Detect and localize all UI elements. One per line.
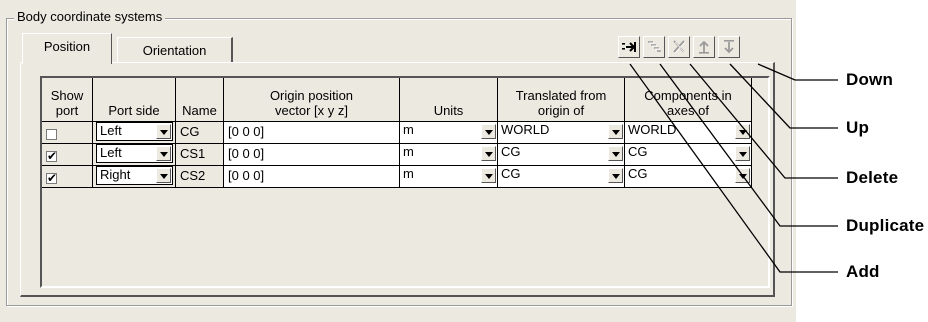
table-row-cell-side: Left [93, 122, 176, 144]
translated-from-value: CG [501, 166, 521, 181]
checkmark-icon: ✔ [47, 171, 58, 185]
table-row-cell-side: Left [93, 144, 176, 166]
table-row-cell-components: WORLD [625, 122, 752, 144]
table-row-cell-side: Right [93, 166, 176, 188]
chevron-down-icon[interactable] [156, 168, 171, 183]
table-row-cell-units: m [400, 166, 498, 188]
components-in-select[interactable]: WORLD [625, 122, 751, 143]
coordinate-systems-table: Show port Port side Name Origin position… [40, 76, 770, 288]
tab-orientation-label: Orientation [142, 43, 207, 58]
show-port-checkbox[interactable]: ✔ [46, 171, 58, 185]
show-port-checkbox[interactable]: ✔ [46, 149, 58, 163]
group-label: Body coordinate systems [14, 9, 166, 25]
translated-from-select[interactable]: WORLD [498, 122, 624, 143]
tab-position[interactable]: Position [22, 33, 112, 64]
table-row-cell-units: m [400, 144, 498, 166]
units-select[interactable]: m [400, 166, 497, 187]
tab-position-label: Position [43, 39, 91, 54]
translated-from-value: WORLD [501, 122, 550, 137]
units-select[interactable]: m [400, 122, 497, 143]
table-row-cell-translated: CG [498, 144, 625, 166]
table-row-cell-vector[interactable]: [0 0 0] [224, 122, 400, 144]
add-button[interactable] [618, 36, 640, 58]
chevron-down-icon[interactable] [735, 124, 750, 139]
checkmark-icon: ✔ [47, 149, 58, 163]
chevron-down-icon[interactable] [608, 168, 623, 183]
move-up-icon [699, 40, 709, 54]
header-origin-vector: Origin position vector [x y z] [224, 78, 400, 122]
table-row-cell-translated: CG [498, 166, 625, 188]
duplicate-row-icon [648, 41, 661, 52]
table-row-cell-show: ✔ [42, 166, 93, 188]
table-row-cell-translated: WORLD [498, 122, 625, 144]
delete-button[interactable] [668, 36, 690, 58]
table-row-cell-units: m [400, 122, 498, 144]
show-port-checkbox[interactable] [46, 129, 57, 140]
chevron-down-icon[interactable] [156, 124, 171, 139]
table-row-cell-components: CG [625, 166, 752, 188]
components-in-value: WORLD [628, 122, 677, 137]
units-select[interactable]: m [400, 144, 497, 165]
callout-up: Up [846, 118, 870, 137]
port-side-value: Left [100, 123, 122, 138]
dialog-canvas: Body coordinate systems Position Orienta… [0, 0, 928, 322]
port-side-value: Left [100, 145, 122, 160]
header-components-in: Components in axes of [625, 78, 752, 122]
units-value: m [403, 144, 414, 159]
chevron-down-icon[interactable] [735, 168, 750, 183]
add-row-icon [622, 42, 636, 52]
header-name: Name [176, 78, 224, 122]
table-row-cell-name[interactable]: CG [176, 122, 224, 144]
port-side-select[interactable]: Left [96, 144, 173, 163]
callout-delete: Delete [846, 168, 899, 187]
table-row-cell-show [42, 122, 93, 144]
table-row-cell-name[interactable]: CS1 [176, 144, 224, 166]
chevron-down-icon[interactable] [608, 146, 623, 161]
components-in-value: CG [628, 144, 648, 159]
header-port-side: Port side [93, 78, 176, 122]
delete-icon [673, 40, 686, 54]
units-value: m [403, 166, 414, 181]
callout-duplicate: Duplicate [846, 216, 925, 235]
port-side-select[interactable]: Left [96, 122, 173, 141]
table-row-cell-name[interactable]: CS2 [176, 166, 224, 188]
chevron-down-icon[interactable] [481, 146, 496, 161]
chevron-down-icon[interactable] [156, 146, 171, 161]
up-button[interactable] [693, 36, 715, 58]
components-in-select[interactable]: CG [625, 144, 751, 165]
chevron-down-icon[interactable] [481, 168, 496, 183]
port-side-select[interactable]: Right [96, 166, 173, 185]
translated-from-select[interactable]: CG [498, 166, 624, 187]
callout-down: Down [846, 70, 894, 89]
units-value: m [403, 122, 414, 137]
callout-add: Add [846, 262, 880, 281]
translated-from-value: CG [501, 144, 521, 159]
components-in-select[interactable]: CG [625, 166, 751, 187]
chevron-down-icon[interactable] [608, 124, 623, 139]
chevron-down-icon[interactable] [481, 124, 496, 139]
components-in-value: CG [628, 166, 648, 181]
tab-orientation[interactable]: Orientation [117, 37, 233, 63]
table-row-cell-components: CG [625, 144, 752, 166]
duplicate-button[interactable] [643, 36, 665, 58]
chevron-down-icon[interactable] [735, 146, 750, 161]
header-show-port: Show port [42, 78, 93, 122]
table-row-cell-vector[interactable]: [0 0 0] [224, 144, 400, 166]
header-units: Units [400, 78, 498, 122]
table-row-cell-vector[interactable]: [0 0 0] [224, 166, 400, 188]
translated-from-select[interactable]: CG [498, 144, 624, 165]
table-row-cell-show: ✔ [42, 144, 93, 166]
port-side-value: Right [100, 167, 131, 182]
move-down-icon [724, 40, 734, 54]
down-button[interactable] [718, 36, 740, 58]
header-translated-from: Translated from origin of [498, 78, 625, 122]
